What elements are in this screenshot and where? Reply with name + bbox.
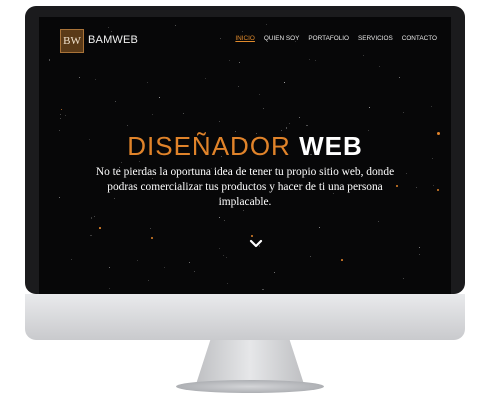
star bbox=[99, 227, 101, 229]
star bbox=[266, 23, 268, 25]
star bbox=[90, 235, 92, 237]
hero-title-part1: DISEÑADOR bbox=[127, 131, 291, 161]
star bbox=[403, 111, 405, 113]
star bbox=[239, 62, 240, 63]
star bbox=[419, 253, 421, 255]
logo[interactable]: BW bbox=[60, 29, 84, 53]
nav-item-inicio[interactable]: INICIO bbox=[235, 35, 255, 42]
star bbox=[430, 106, 432, 108]
chevron-down-icon[interactable] bbox=[249, 239, 263, 249]
star bbox=[309, 256, 311, 257]
star bbox=[284, 82, 286, 84]
star bbox=[219, 37, 221, 40]
star bbox=[94, 78, 96, 80]
star bbox=[159, 97, 160, 98]
star bbox=[189, 262, 190, 263]
star bbox=[193, 270, 196, 272]
star bbox=[369, 107, 370, 108]
star bbox=[65, 114, 67, 116]
star bbox=[259, 93, 260, 95]
star bbox=[286, 127, 288, 129]
star bbox=[108, 27, 109, 29]
star bbox=[224, 220, 225, 222]
hero-title: DISEÑADOR WEB bbox=[39, 131, 451, 162]
star bbox=[223, 254, 225, 256]
hero-title-part2: WEB bbox=[299, 131, 363, 161]
star bbox=[309, 59, 311, 61]
star bbox=[377, 221, 379, 223]
nav-item-quien-soy[interactable]: QUIEN SOY bbox=[264, 35, 300, 42]
star bbox=[79, 77, 80, 78]
star bbox=[149, 227, 152, 230]
nav-item-contacto[interactable]: CONTACTO bbox=[402, 35, 437, 42]
star bbox=[111, 30, 113, 33]
star bbox=[174, 24, 176, 26]
star bbox=[405, 173, 407, 175]
monitor-base bbox=[176, 380, 324, 393]
star bbox=[433, 184, 435, 186]
star bbox=[60, 118, 62, 120]
star bbox=[299, 117, 300, 118]
star bbox=[226, 282, 229, 285]
star bbox=[262, 289, 264, 291]
star bbox=[115, 100, 117, 102]
star bbox=[218, 247, 220, 249]
star bbox=[121, 162, 122, 163]
star bbox=[61, 109, 63, 111]
star bbox=[243, 210, 245, 212]
star bbox=[314, 60, 316, 62]
monitor-chin bbox=[25, 294, 465, 340]
star bbox=[237, 85, 239, 87]
star bbox=[219, 120, 221, 122]
monitor-screen: BW BAMWEB INICIO QUIEN SOY PORTAFOLIO SE… bbox=[39, 17, 451, 294]
star bbox=[437, 189, 439, 191]
star bbox=[219, 217, 220, 218]
star bbox=[363, 54, 364, 56]
star bbox=[127, 125, 129, 127]
star bbox=[289, 122, 290, 124]
brand-name[interactable]: BAMWEB bbox=[88, 34, 138, 46]
star bbox=[205, 78, 206, 80]
star bbox=[93, 216, 95, 218]
star bbox=[59, 113, 61, 115]
nav-item-portafolio[interactable]: PORTAFOLIO bbox=[308, 35, 349, 42]
star bbox=[152, 113, 154, 115]
star bbox=[274, 272, 275, 273]
star bbox=[226, 256, 228, 258]
star bbox=[91, 217, 93, 219]
star bbox=[319, 227, 320, 228]
star bbox=[402, 277, 404, 279]
nav-menu: INICIO QUIEN SOY PORTAFOLIO SERVICIOS CO… bbox=[235, 35, 437, 42]
star bbox=[49, 59, 51, 61]
star bbox=[109, 267, 110, 268]
star bbox=[148, 280, 150, 281]
star bbox=[147, 82, 149, 84]
star bbox=[136, 260, 138, 262]
star bbox=[306, 124, 308, 126]
nav-item-servicios[interactable]: SERVICIOS bbox=[358, 35, 393, 42]
star bbox=[416, 187, 418, 189]
star bbox=[70, 259, 72, 261]
star bbox=[59, 197, 60, 198]
star bbox=[164, 266, 166, 268]
star bbox=[251, 235, 253, 237]
star bbox=[151, 237, 153, 239]
star bbox=[399, 77, 400, 78]
star bbox=[228, 60, 230, 62]
star bbox=[108, 288, 110, 289]
star bbox=[341, 259, 343, 261]
star bbox=[263, 107, 265, 109]
star bbox=[241, 31, 243, 33]
star bbox=[379, 66, 381, 67]
star bbox=[183, 113, 184, 114]
hero-description: No te pierdas la oportuna idea de tener … bbox=[95, 166, 395, 208]
star bbox=[419, 247, 420, 248]
